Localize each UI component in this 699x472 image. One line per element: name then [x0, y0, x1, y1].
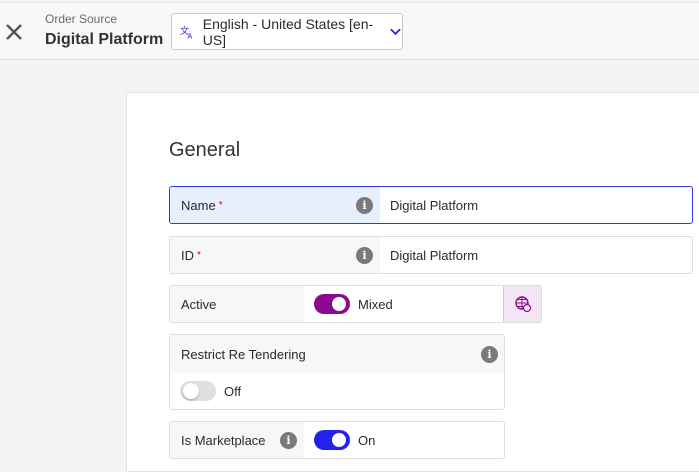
chevron-down-icon [390, 28, 401, 35]
active-toggle[interactable] [314, 294, 350, 314]
info-icon[interactable]: i [280, 431, 297, 449]
name-field: Name * i Digital Platform [169, 186, 693, 224]
name-label: Name [181, 197, 216, 213]
required-mark: * [197, 249, 201, 261]
info-icon[interactable]: i [356, 196, 373, 214]
restrict-toggle[interactable] [180, 381, 216, 401]
page-title: Digital Platform [45, 31, 164, 48]
active-label: Active [181, 296, 217, 312]
language-value: English - United States [en-US] [202, 15, 374, 48]
id-field: ID * i Digital Platform [169, 236, 693, 274]
id-label: ID [181, 247, 194, 263]
id-input[interactable]: Digital Platform [380, 237, 692, 273]
marketplace-state: On [358, 432, 376, 448]
globe-icon [514, 296, 531, 313]
language-select[interactable]: 文A English - United States [en-US] [171, 13, 403, 50]
close-icon[interactable] [4, 22, 24, 42]
marketplace-label: Is Marketplace [181, 432, 266, 448]
header-subtitle: Order Source [45, 12, 118, 26]
active-field: Active Mixed [169, 285, 542, 323]
restrict-label: Restrict Re Tendering [181, 346, 306, 362]
svg-text:A: A [187, 31, 192, 40]
info-icon[interactable]: i [481, 345, 498, 363]
marketplace-field: Is Marketplace i On [169, 421, 505, 459]
marketplace-toggle[interactable] [314, 430, 350, 450]
required-mark: * [218, 199, 223, 211]
active-state: Mixed [358, 296, 393, 312]
restrict-field: Restrict Re Tendering i Off [169, 334, 505, 410]
section-title: General [169, 139, 241, 161]
info-icon[interactable]: i [356, 246, 373, 264]
locale-override-button[interactable] [503, 286, 541, 322]
name-input[interactable]: Digital Platform [380, 187, 692, 223]
restrict-state: Off [224, 383, 242, 399]
translate-icon: 文A [180, 24, 192, 40]
